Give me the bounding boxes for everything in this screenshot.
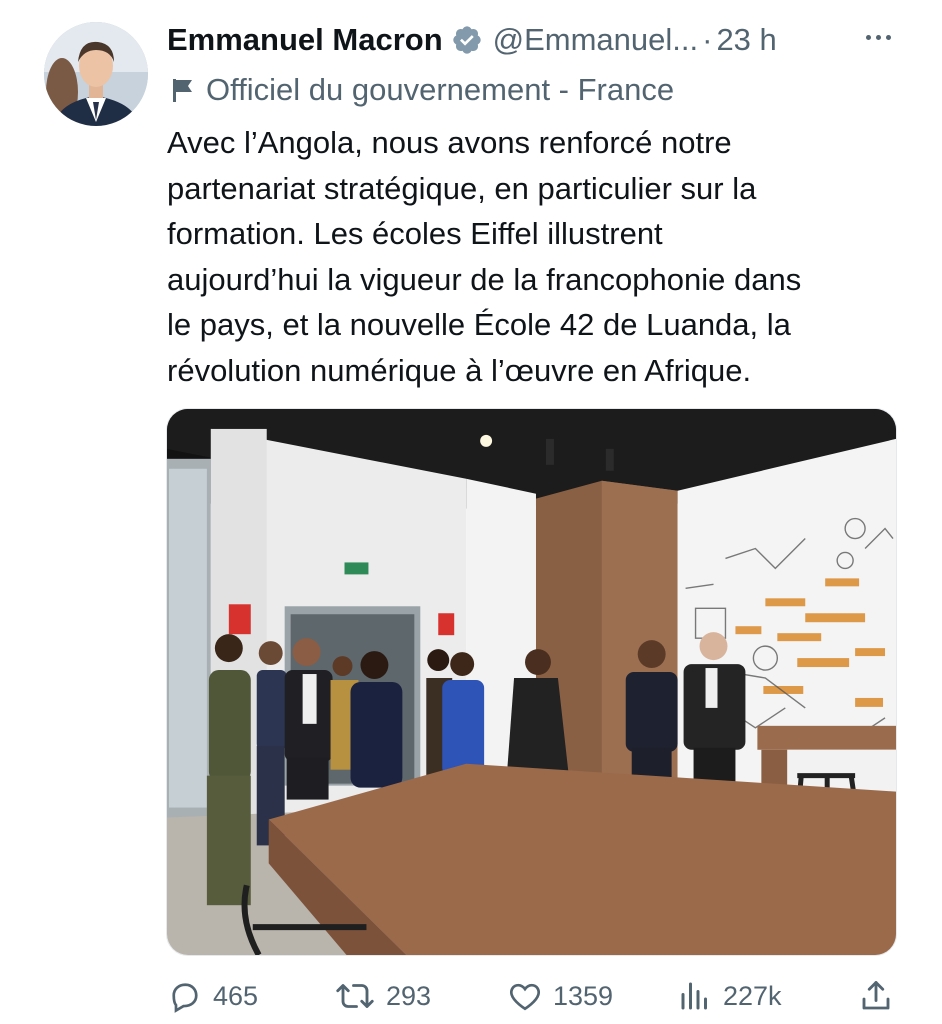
- like-button[interactable]: 1359: [507, 972, 613, 1020]
- share-button[interactable]: [858, 972, 904, 1020]
- tweet-actions: 465 293 1359 227k: [0, 972, 942, 1020]
- retweet-icon: [336, 984, 374, 1008]
- like-count: 1359: [553, 980, 614, 1011]
- tweet-text: Avec l’Angola, nous avons renforcé notre…: [167, 120, 907, 394]
- tweet-photo[interactable]: [166, 408, 897, 956]
- flag-icon: [173, 79, 192, 102]
- avatar-image: [44, 22, 148, 126]
- author-handle[interactable]: @Emmanuel...: [493, 22, 698, 58]
- retweet-count: 293: [386, 980, 432, 1011]
- tweet-header: Emmanuel Macron @Emmanuel... · 23 h: [167, 18, 777, 62]
- tweet-text-line: formation. Les écoles Eiffel illustrent: [167, 216, 663, 252]
- tweet-time[interactable]: 23 h: [716, 22, 776, 58]
- bar-chart-icon: [681, 982, 707, 1010]
- tweet-text-line: partenariat stratégique, en particulier …: [167, 170, 757, 206]
- tweet-text-line: Avec l’Angola, nous avons renforcé notre: [167, 125, 732, 160]
- verified-badge-icon: [451, 24, 483, 56]
- tweet-text-line: aujourd’hui la vigueur de la francophoni…: [167, 261, 802, 297]
- reply-button[interactable]: 465: [167, 972, 258, 1020]
- photo-scene: [167, 409, 896, 955]
- more-horizontal-icon[interactable]: [858, 22, 898, 52]
- tweet-text-line: révolution numérique à l’œuvre en Afriqu…: [167, 352, 752, 388]
- author-name[interactable]: Emmanuel Macron: [167, 22, 443, 58]
- author-avatar[interactable]: [44, 22, 148, 126]
- heart-icon: [510, 983, 540, 1011]
- reply-icon: [172, 983, 198, 1013]
- dot-separator: ·: [702, 22, 713, 57]
- tweet-text-line: le pays, et la nouvelle École 42 de Luan…: [167, 307, 791, 343]
- views-button[interactable]: 227k: [677, 972, 782, 1020]
- share-icon: [862, 981, 890, 1010]
- affiliation-label: Officiel du gouvernement - France: [170, 70, 674, 110]
- affiliation-text: Officiel du gouvernement - France: [206, 72, 675, 107]
- retweet-button[interactable]: 293: [334, 972, 431, 1020]
- view-count: 227k: [723, 980, 782, 1011]
- reply-count: 465: [213, 980, 259, 1011]
